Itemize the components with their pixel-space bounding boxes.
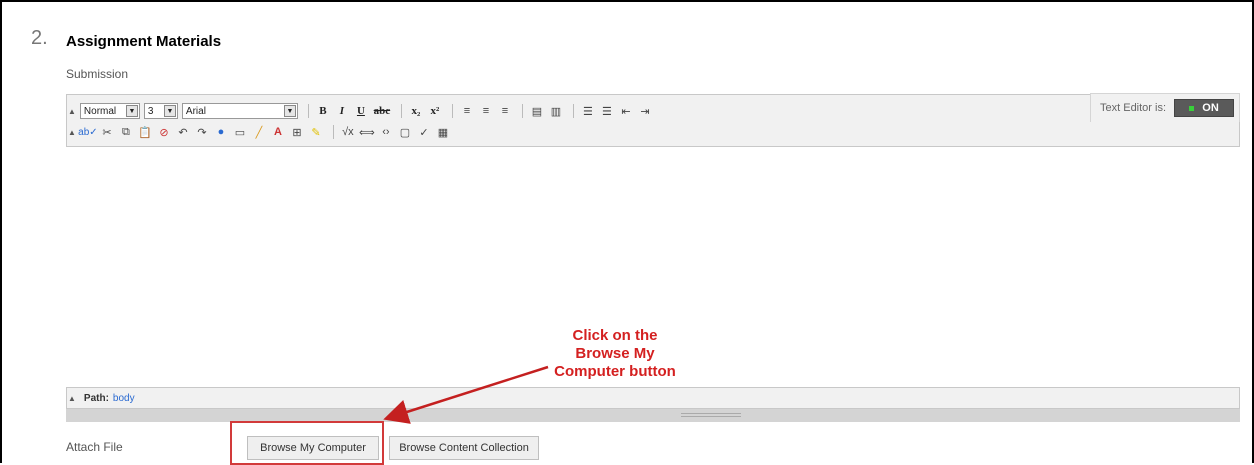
annotation-arrow-icon [383, 365, 549, 424]
